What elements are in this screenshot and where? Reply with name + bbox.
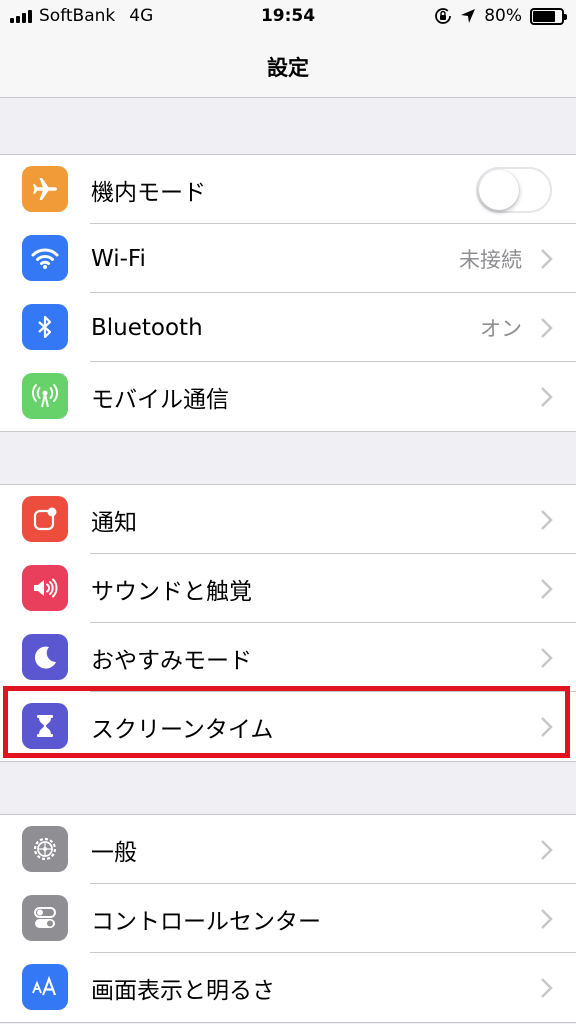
row-detail: オン <box>480 316 522 341</box>
row-label: Bluetooth <box>91 314 203 341</box>
row-label: 一般 <box>91 839 137 866</box>
gear-icon <box>22 826 68 872</box>
row-wifi[interactable]: Wi-Fi 未接続 <box>0 224 576 293</box>
battery-percent: 80% <box>484 6 522 26</box>
switches-icon <box>22 895 68 941</box>
battery-icon <box>530 7 567 25</box>
chevron-right-icon <box>541 978 553 998</box>
row-do-not-disturb[interactable]: おやすみモード <box>0 623 576 692</box>
row-mobile-data[interactable]: モバイル通信 <box>0 362 576 431</box>
chevron-right-icon <box>541 909 553 929</box>
orientation-lock-icon <box>435 8 452 24</box>
row-airplane-mode[interactable]: 機内モード <box>0 155 576 224</box>
location-arrow-icon <box>461 9 476 23</box>
airplane-mode-toggle[interactable] <box>476 167 552 213</box>
toggle-knob <box>479 170 519 210</box>
row-label: モバイル通信 <box>91 386 229 413</box>
status-bar: SoftBank 4G 19:54 80% <box>0 0 576 36</box>
signal-icon <box>10 9 32 23</box>
row-control-center[interactable]: コントロールセンター <box>0 884 576 953</box>
row-label: スクリーンタイム <box>91 716 274 743</box>
settings-group-notifications: 通知 サウンドと触覚 おやすみモード スクリーンタイム <box>0 484 576 762</box>
settings-group-general: 一般 コントロールセンター 画面表示と明るさ <box>0 814 576 1023</box>
notifications-icon <box>22 496 68 542</box>
row-label: コントロールセンター <box>91 908 321 935</box>
speaker-icon <box>22 565 68 611</box>
wifi-icon <box>22 235 68 281</box>
status-left: SoftBank 4G <box>10 6 153 26</box>
chevron-right-icon <box>541 318 553 338</box>
row-display-brightness[interactable]: 画面表示と明るさ <box>0 953 576 1022</box>
chevron-right-icon <box>541 510 553 530</box>
row-label: サウンドと触覚 <box>91 578 252 605</box>
moon-icon <box>22 634 68 680</box>
row-label: Wi-Fi <box>91 245 146 272</box>
row-screen-time[interactable]: スクリーンタイム <box>0 692 576 761</box>
chevron-right-icon <box>541 579 553 599</box>
row-label: 通知 <box>91 509 137 536</box>
row-label: 機内モード <box>91 179 206 206</box>
text-size-icon <box>22 964 68 1010</box>
network-type: 4G <box>129 6 154 26</box>
row-bluetooth[interactable]: Bluetooth オン <box>0 293 576 362</box>
chevron-right-icon <box>541 387 553 407</box>
row-sounds[interactable]: サウンドと触覚 <box>0 554 576 623</box>
battery-level <box>533 10 556 22</box>
row-label: 画面表示と明るさ <box>91 977 275 1004</box>
chevron-right-icon <box>541 717 553 737</box>
page-title: 設定 <box>267 55 309 80</box>
row-general[interactable]: 一般 <box>0 815 576 884</box>
row-detail: 未接続 <box>459 247 522 272</box>
chevron-right-icon <box>541 648 553 668</box>
hourglass-icon <box>22 703 68 749</box>
row-label: おやすみモード <box>91 647 252 674</box>
row-notifications[interactable]: 通知 <box>0 485 576 554</box>
settings-group-connectivity: 機内モード Wi-Fi 未接続 Bluetooth オン モバイル通信 <box>0 154 576 432</box>
navigation-bar: 設定 <box>0 36 576 98</box>
status-right: 80% <box>434 6 567 26</box>
chevron-right-icon <box>541 249 553 269</box>
airplane-icon <box>22 166 68 212</box>
bluetooth-icon <box>22 304 68 350</box>
carrier-name: SoftBank <box>39 6 116 26</box>
chevron-right-icon <box>541 840 553 860</box>
antenna-icon <box>22 373 68 419</box>
